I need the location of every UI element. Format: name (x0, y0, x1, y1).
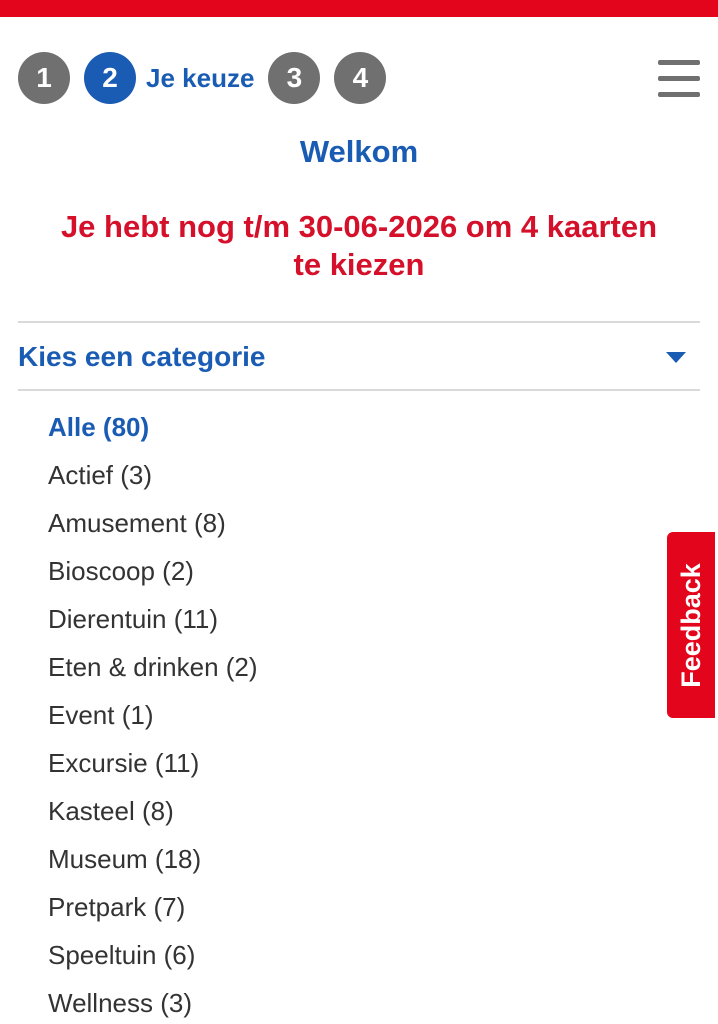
divider-top (18, 321, 700, 323)
feedback-tab[interactable]: Feedback (667, 532, 715, 718)
hamburger-line (658, 60, 700, 65)
step-3[interactable]: 3 (268, 52, 321, 104)
category-item-dierentuin[interactable]: Dierentuin (11) (48, 596, 258, 644)
category-item-eten-drinken[interactable]: Eten & drinken (2) (48, 644, 258, 692)
category-item-event[interactable]: Event (1) (48, 692, 258, 740)
step-indicator: 1 2 Je keuze 3 4 (18, 52, 387, 104)
feedback-label: Feedback (675, 562, 706, 688)
category-item-kasteel[interactable]: Kasteel (8) (48, 788, 258, 836)
category-item-bioscoop[interactable]: Bioscoop (2) (48, 548, 258, 596)
category-list: Alle (80) Actief (3) Amusement (8) Biosc… (48, 404, 258, 1024)
cards-remaining-notice: Je hebt nog t/m 30-06-2026 om 4 kaarten … (0, 208, 718, 284)
category-item-wellness[interactable]: Wellness (3) (48, 980, 258, 1024)
step-2-label: Je keuze (146, 62, 255, 93)
category-item-speeltuin[interactable]: Speeltuin (6) (48, 932, 258, 980)
category-item-museum[interactable]: Museum (18) (48, 836, 258, 884)
hamburger-line (658, 92, 700, 97)
category-dropdown-label: Kies een categorie (18, 341, 266, 372)
divider-bottom (18, 389, 700, 391)
category-item-alle[interactable]: Alle (80) (48, 404, 258, 452)
hamburger-icon[interactable] (658, 60, 700, 98)
hamburger-line (658, 76, 700, 81)
brand-top-bar (0, 0, 718, 17)
notice-line-2: te kiezen (293, 247, 425, 282)
category-dropdown[interactable]: Kies een categorie (18, 324, 700, 390)
page-title: Welkom (299, 134, 419, 169)
category-item-pretpark[interactable]: Pretpark (7) (48, 884, 258, 932)
category-item-actief[interactable]: Actief (3) (48, 452, 258, 500)
page: 1 2 Je keuze 3 4 Welkom Je hebt nog t/m … (0, 0, 718, 1024)
step-4[interactable]: 4 (334, 52, 387, 104)
notice-line-1: Je hebt nog t/m 30-06-2026 om 4 kaarten (60, 209, 658, 244)
step-2-active[interactable]: 2 (84, 52, 136, 104)
step-1[interactable]: 1 (18, 52, 70, 104)
category-item-amusement[interactable]: Amusement (8) (48, 500, 258, 548)
category-item-excursie[interactable]: Excursie (11) (48, 740, 258, 788)
caret-down-icon (666, 351, 686, 363)
